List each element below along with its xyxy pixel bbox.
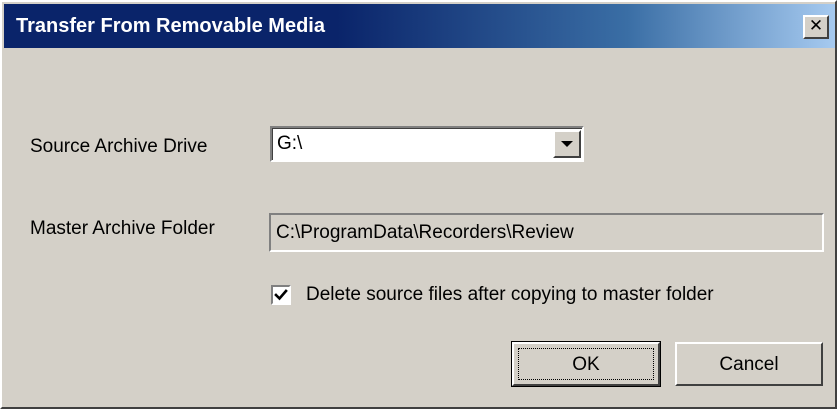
chevron-down-icon [561, 141, 573, 147]
delete-source-checkbox[interactable] [271, 285, 291, 305]
checkmark-icon [274, 289, 288, 301]
cancel-button-label: Cancel [719, 354, 779, 375]
close-icon: ✕ [808, 16, 824, 36]
source-drive-select[interactable]: G:\ [270, 126, 584, 162]
dialog-window: Transfer From Removable Media ✕ Source A… [0, 0, 837, 409]
master-folder-field[interactable]: C:\ProgramData\Recorders\Review [269, 213, 824, 252]
cancel-button[interactable]: Cancel [675, 342, 823, 386]
master-folder-value: C:\ProgramData\Recorders\Review [276, 222, 574, 243]
delete-source-label[interactable]: Delete source files after copying to mas… [306, 284, 714, 306]
combo-field-frame: G:\ [272, 128, 582, 160]
title-bar[interactable]: Transfer From Removable Media ✕ [4, 4, 835, 48]
window-title: Transfer From Removable Media [16, 15, 325, 37]
source-drive-value: G:\ [277, 133, 303, 154]
close-button[interactable]: ✕ [803, 15, 829, 39]
source-drive-label: Source Archive Drive [30, 136, 208, 157]
master-folder-label: Master Archive Folder [30, 218, 215, 239]
ok-button[interactable]: OK [511, 341, 661, 387]
source-drive-dropdown-button[interactable] [553, 130, 581, 158]
ok-button-label: OK [572, 354, 600, 375]
